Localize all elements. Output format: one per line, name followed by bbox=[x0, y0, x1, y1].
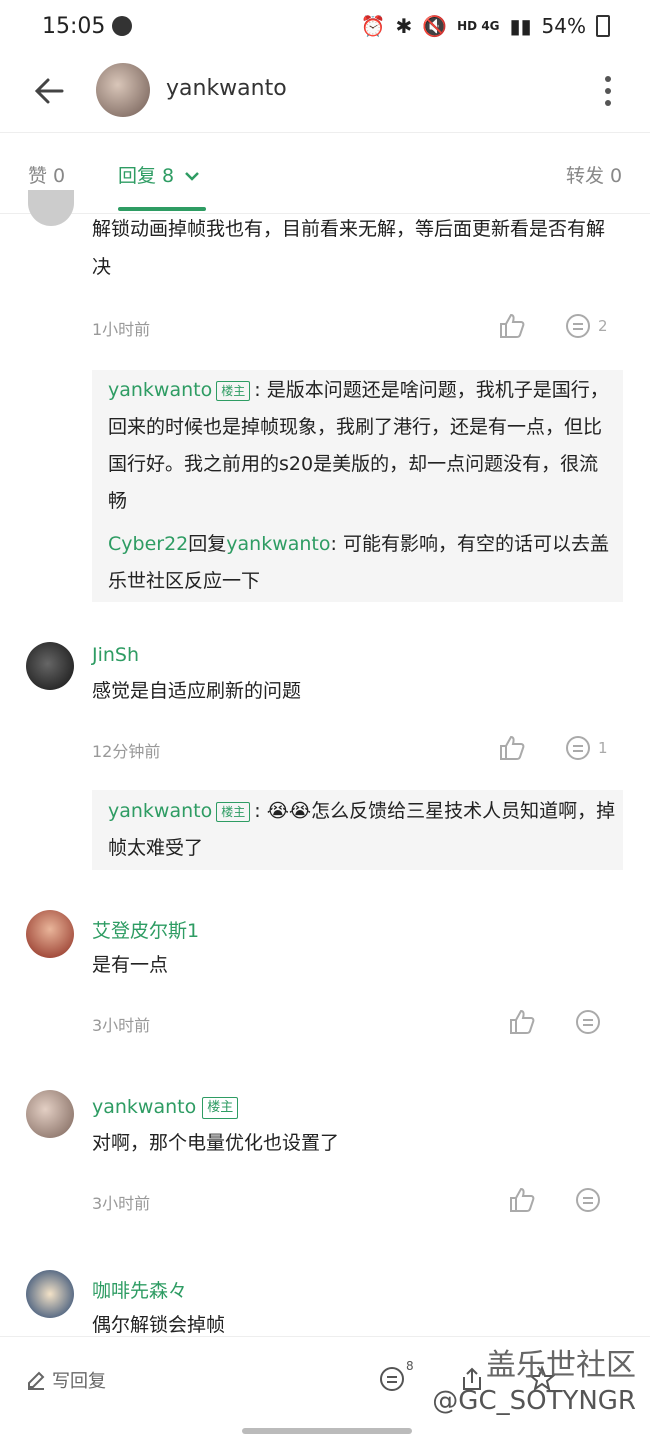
watermark-text: 盖乐世社区 bbox=[486, 1348, 636, 1383]
comment-time: 3小时前 bbox=[92, 1194, 151, 1213]
tab-likes[interactable]: 赞 0 bbox=[28, 161, 65, 188]
commenter-name[interactable]: JinSh bbox=[92, 644, 139, 666]
tab-replies[interactable]: 回复 8 bbox=[118, 161, 200, 188]
back-arrow-icon[interactable] bbox=[32, 74, 66, 108]
commenter-avatar[interactable] bbox=[28, 190, 74, 226]
comment-time: 12分钟前 bbox=[92, 742, 161, 761]
comment-text: 对啊，那个电量优化也设置了 bbox=[92, 1132, 340, 1154]
commenter-avatar[interactable] bbox=[26, 642, 74, 690]
reply-word: 回复 bbox=[188, 533, 227, 555]
battery-icon bbox=[596, 15, 610, 37]
reply-thread: yankwanto 楼主: 是版本问题还是啥问题，我机子是国行，回来的时候也是掉帧… bbox=[92, 370, 623, 602]
commenter-avatar[interactable] bbox=[26, 910, 74, 958]
mute-icon: 🔇 bbox=[422, 14, 448, 38]
comment-reply-count: 2 bbox=[598, 317, 608, 335]
comment-text: 解锁动画掉帧我也有，目前看来无解，等后面更新看是否有解决 bbox=[92, 218, 606, 278]
battery-level: 54% bbox=[541, 14, 586, 38]
comment-time: 1小时前 bbox=[92, 320, 151, 339]
pencil-icon bbox=[28, 1371, 45, 1390]
write-reply-label: 写回复 bbox=[52, 1371, 106, 1392]
commenter-name[interactable]: 咖啡先森々 bbox=[92, 1276, 187, 1303]
tab-replies-label: 回复 8 bbox=[118, 165, 175, 187]
reply-user[interactable]: yankwanto bbox=[108, 379, 212, 401]
reply-emoji: 😭😭 bbox=[266, 800, 312, 822]
reply-item[interactable]: yankwanto 楼主: 😭😭怎么反馈给三星技术人员知道啊，掉帧太难受了 bbox=[108, 793, 616, 867]
thumbs-up-icon[interactable] bbox=[508, 1186, 536, 1214]
write-reply-button[interactable]: 写回复 bbox=[26, 1367, 106, 1393]
thumbs-up-icon[interactable] bbox=[508, 1008, 536, 1036]
commenter-avatar[interactable] bbox=[26, 1270, 74, 1318]
more-options-icon[interactable] bbox=[598, 74, 618, 108]
op-badge: 楼主 bbox=[216, 380, 251, 401]
thumbs-up-icon[interactable] bbox=[498, 734, 526, 762]
reply-count-badge: 8 bbox=[406, 1359, 414, 1373]
comment-icon[interactable] bbox=[574, 1008, 602, 1036]
reply-user[interactable]: yankwanto bbox=[108, 800, 212, 822]
comment-time: 3小时前 bbox=[92, 1016, 151, 1035]
author-avatar[interactable] bbox=[96, 63, 150, 117]
comment-text: 感觉是自适应刷新的问题 bbox=[92, 680, 302, 702]
signal-icon: ▮▮ bbox=[509, 14, 532, 38]
commenter-name[interactable]: 艾登皮尔斯1 bbox=[92, 916, 199, 943]
network-type: HD 4G bbox=[457, 19, 500, 33]
commenter-avatar[interactable] bbox=[26, 1090, 74, 1138]
status-indicators: ⏰ ✱ 🔇 HD 4G ▮▮ 54% bbox=[361, 14, 610, 38]
commenter-name-label: yankwanto bbox=[92, 1096, 197, 1118]
chevron-down-icon bbox=[185, 172, 200, 181]
reply-item[interactable]: yankwanto 楼主: 是版本问题还是啥问题，我机子是国行，回来的时候也是掉帧… bbox=[108, 372, 616, 520]
reply-user[interactable]: Cyber22 bbox=[108, 533, 188, 555]
page-title: yankwanto bbox=[166, 76, 287, 101]
status-time: 15:05 bbox=[42, 14, 106, 39]
watermark-handle: @GC_SOTYNGR bbox=[432, 1386, 636, 1416]
interaction-tabs: 赞 0 回复 8 转发 0 bbox=[0, 133, 650, 214]
status-bar: 15:05 ⏰ ✱ 🔇 HD 4G ▮▮ 54% bbox=[0, 0, 650, 56]
alarm-icon: ⏰ bbox=[360, 14, 386, 38]
thumbs-up-icon[interactable] bbox=[498, 312, 526, 340]
comment-icon[interactable] bbox=[564, 734, 592, 762]
comment-text: 是有一点 bbox=[92, 954, 169, 976]
comment-icon[interactable] bbox=[378, 1365, 406, 1393]
op-badge: 楼主 bbox=[202, 1096, 239, 1119]
reply-item[interactable]: Cyber22回复yankwanto: 可能有影响，有空的话可以去盖乐世社区反应… bbox=[108, 526, 616, 600]
op-badge: 楼主 bbox=[216, 801, 251, 822]
comment-icon[interactable] bbox=[574, 1186, 602, 1214]
app-header: yankwanto bbox=[0, 56, 650, 133]
reply-thread: yankwanto 楼主: 😭😭怎么反馈给三星技术人员知道啊，掉帧太难受了 bbox=[92, 790, 623, 870]
tab-forwards[interactable]: 转发 0 bbox=[566, 161, 622, 188]
commenter-name[interactable]: yankwanto 楼主 bbox=[92, 1096, 242, 1119]
comment-icon[interactable] bbox=[564, 312, 592, 340]
reply-target-user[interactable]: yankwanto bbox=[226, 533, 330, 555]
home-indicator bbox=[242, 1428, 412, 1434]
account-icon bbox=[112, 16, 132, 36]
bluetooth-icon: ✱ bbox=[395, 14, 413, 38]
comment-reply-count: 1 bbox=[598, 739, 608, 757]
